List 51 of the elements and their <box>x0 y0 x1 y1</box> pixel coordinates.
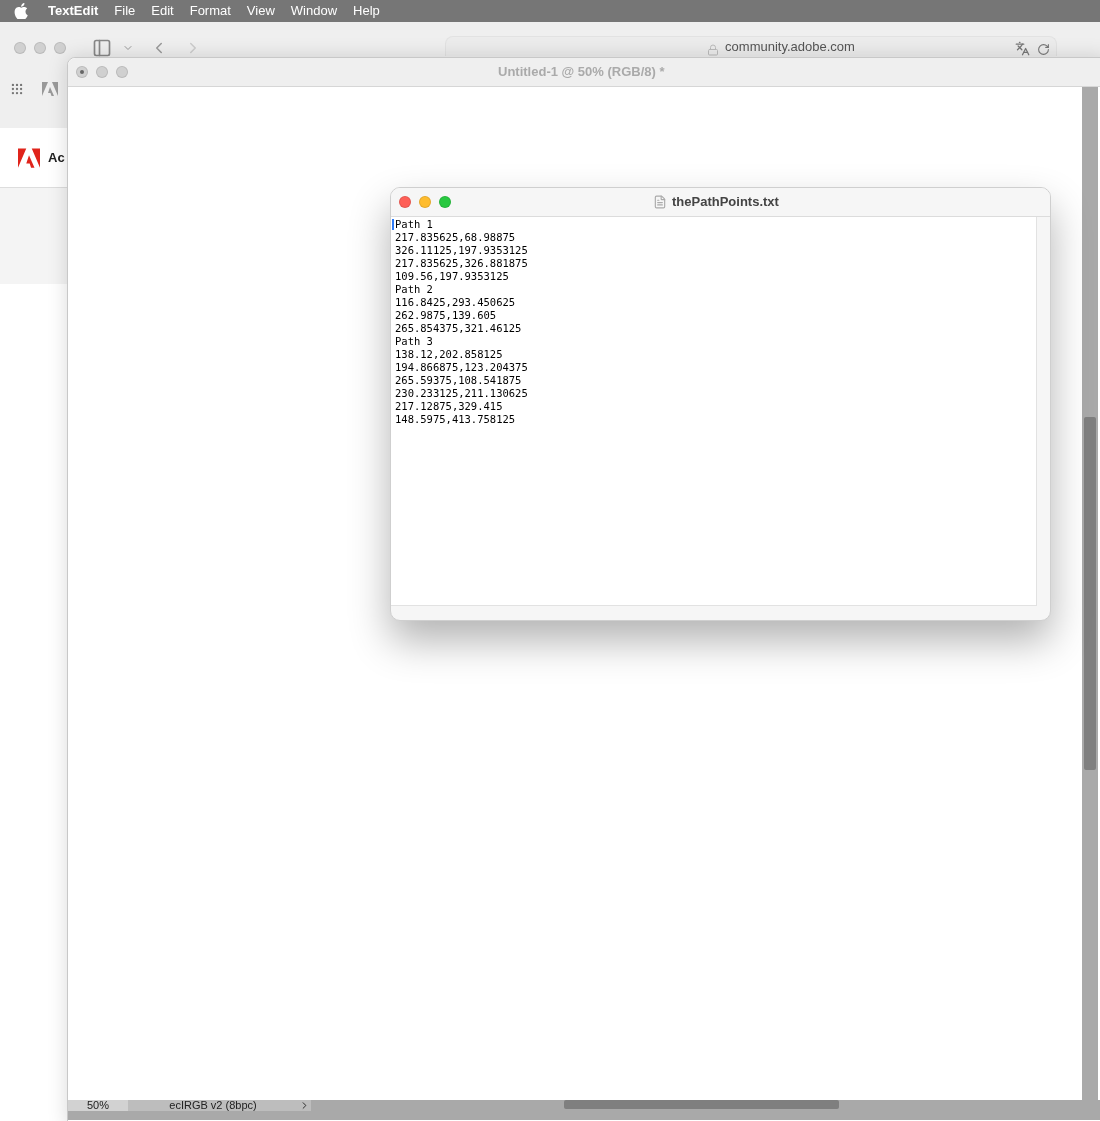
menu-item[interactable]: Edit <box>151 1 174 21</box>
zoom-button[interactable] <box>439 196 451 208</box>
document-icon <box>653 195 667 209</box>
text-line: 230.233125,211.130625 <box>395 387 528 400</box>
menu-item[interactable]: View <box>246 1 275 21</box>
zoom-button[interactable] <box>116 66 128 78</box>
sidebar-icon[interactable] <box>92 38 112 58</box>
text-line: 217.12875,329.415 <box>395 400 503 413</box>
text-line: Path 1 <box>395 218 433 231</box>
minimize-button[interactable] <box>96 66 108 78</box>
menu-item[interactable]: File <box>114 1 136 21</box>
reload-icon[interactable] <box>1037 43 1050 56</box>
menu-item[interactable]: Help <box>353 1 380 21</box>
text-line: 148.5975,413.758125 <box>395 413 516 426</box>
address-bar[interactable]: community.adobe.com <box>445 36 1057 56</box>
url-text: community.adobe.com <box>725 37 855 56</box>
text-line: 116.8425,293.450625 <box>395 296 516 309</box>
apple-icon[interactable] <box>14 3 28 19</box>
zoom-button[interactable] <box>54 42 66 54</box>
text-line: 262.9875,139.605 <box>395 309 497 322</box>
text-cursor <box>392 219 394 230</box>
apps-grid-icon[interactable] <box>10 82 24 96</box>
text-line: 217.835625,68.98875 <box>395 231 516 244</box>
text-line: 217.835625,326.881875 <box>395 257 528 270</box>
scrollbar-thumb[interactable] <box>1084 417 1096 770</box>
text-line: 265.854375,321.46125 <box>395 322 522 335</box>
text-line: 194.866875,123.204375 <box>395 361 528 374</box>
close-button[interactable] <box>76 66 88 78</box>
text-line: Path 3 <box>395 335 433 348</box>
menu-item[interactable]: Window <box>290 1 338 21</box>
window-title: Untitled-1 @ 50% (RGB/8) * <box>498 63 665 82</box>
color-profile: ecIRGB v2 (8bpc) <box>128 1100 298 1111</box>
text-line: Path 2 <box>395 283 433 296</box>
close-button[interactable] <box>399 196 411 208</box>
site-title: Ac <box>48 148 65 167</box>
window-title: thePathPoints.txt <box>672 193 779 212</box>
minimize-button[interactable] <box>34 42 46 54</box>
zoom-level[interactable]: 50% <box>68 1100 128 1111</box>
lock-icon <box>707 44 720 56</box>
minimize-button[interactable] <box>419 196 431 208</box>
app-menu[interactable]: TextEdit <box>48 1 99 21</box>
chevron-right-icon[interactable] <box>298 1100 311 1111</box>
adobe-logo-icon[interactable] <box>18 147 40 168</box>
text-line: 109.56,197.9353125 <box>395 270 509 283</box>
translate-icon[interactable] <box>1015 41 1030 56</box>
horizontal-scrollbar-thumb[interactable] <box>564 1100 839 1109</box>
text-line: 326.11125,197.9353125 <box>395 244 528 257</box>
menu-item[interactable]: Format <box>189 1 231 21</box>
text-line: 138.12,202.858125 <box>395 348 503 361</box>
text-line: 265.59375,108.541875 <box>395 374 522 387</box>
adobe-logo-icon[interactable] <box>42 82 58 96</box>
